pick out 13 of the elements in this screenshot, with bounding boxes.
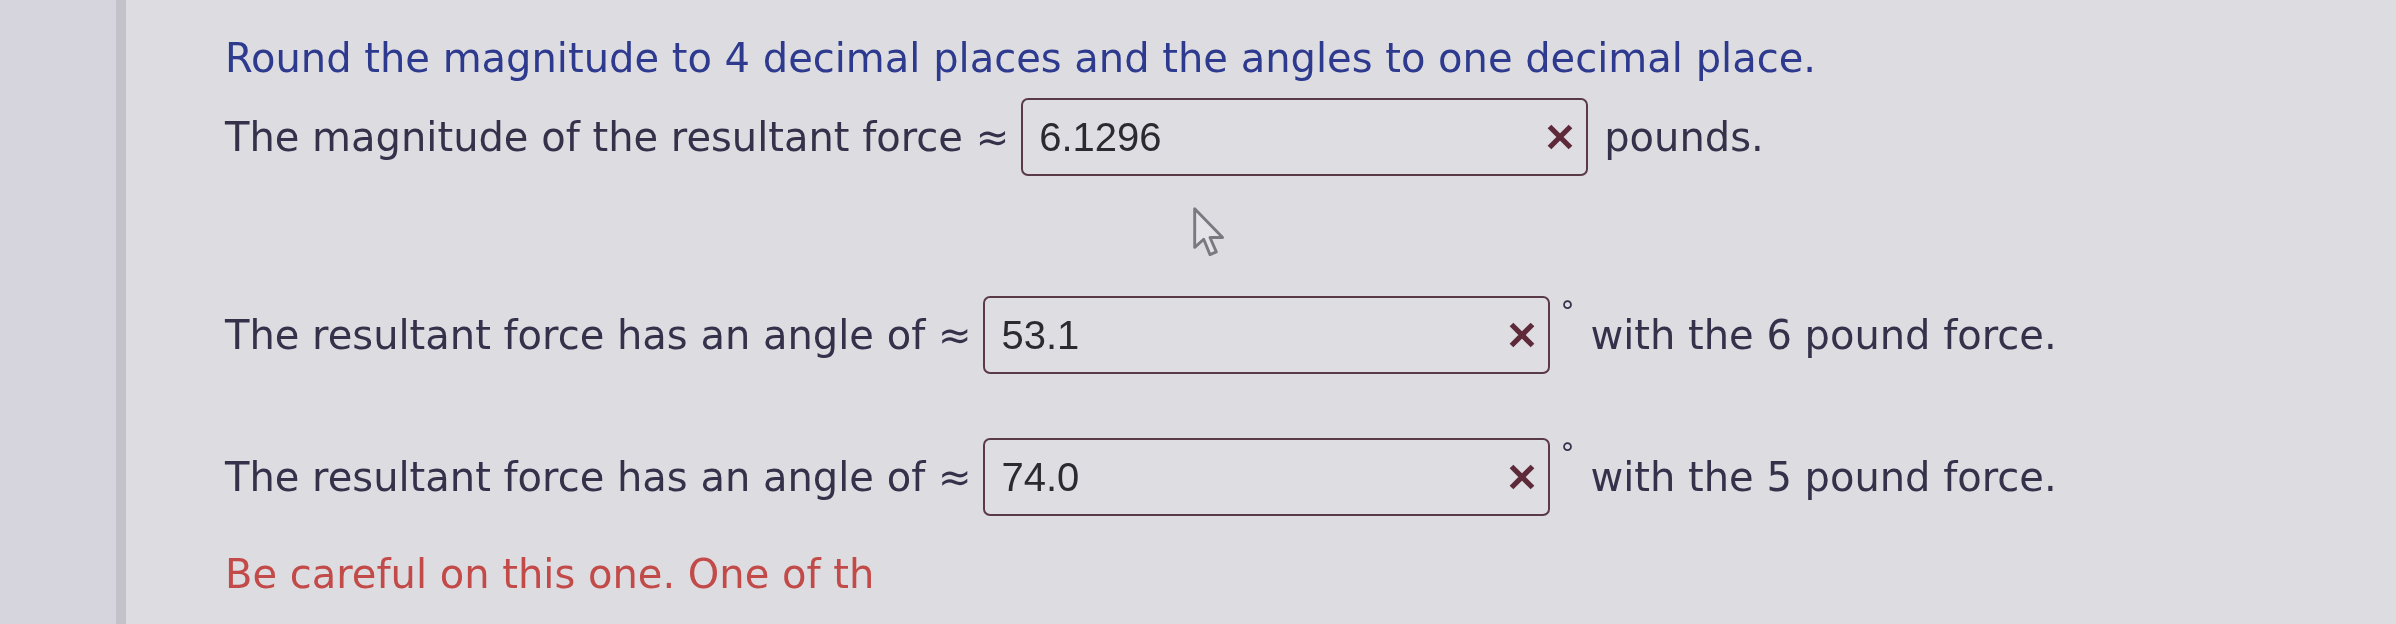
question-prompt: The resultant force has an angle of ≈ xyxy=(225,311,972,359)
unit-text: with the 6 pound force. xyxy=(1590,311,2057,359)
answer-field[interactable]: 53.1 xyxy=(983,296,1551,374)
question-prompt: The magnitude of the resultant force ≈ xyxy=(225,113,1010,161)
degree-symbol: ° xyxy=(1560,296,1575,328)
answer-field[interactable]: 74.0 xyxy=(983,438,1551,516)
answer-field[interactable]: 6.1296 xyxy=(1021,98,1589,176)
instructions-text: Round the magnitude to 4 decimal places and the angles to one decimal place. xyxy=(225,34,1816,82)
unit-text: pounds. xyxy=(1604,113,1764,161)
hint-text: Be careful on this one. One of th xyxy=(225,550,875,598)
degree-symbol: ° xyxy=(1560,438,1575,470)
question-prompt: The resultant force has an angle of ≈ xyxy=(225,453,972,501)
unit-text: with the 5 pound force. xyxy=(1590,453,2057,501)
